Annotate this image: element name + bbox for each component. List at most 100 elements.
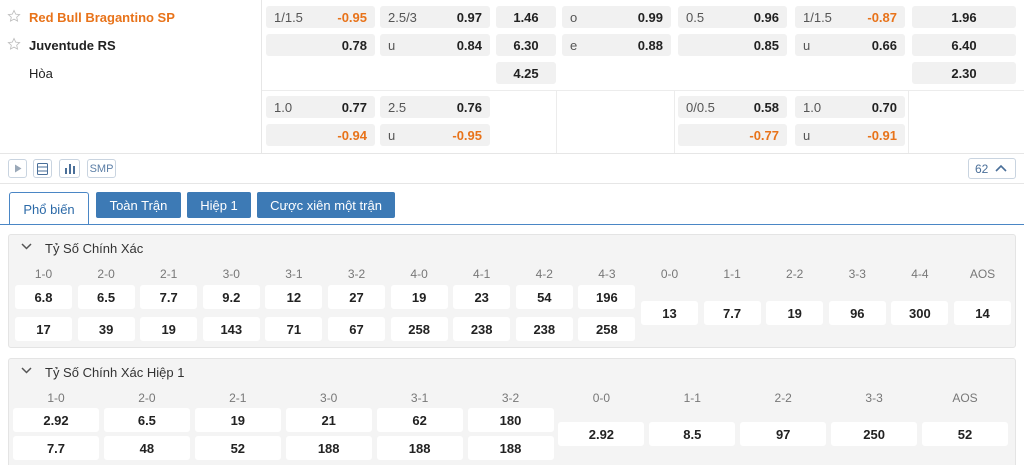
odds-value: 1.96: [951, 10, 977, 25]
odds-value: -0.87: [867, 10, 897, 25]
score-odds-draw[interactable]: 13: [641, 301, 698, 325]
score-odds-home[interactable]: 2.92: [13, 408, 99, 432]
score-odds-away[interactable]: 52: [194, 436, 281, 460]
score-odds-away[interactable]: 188: [376, 436, 463, 460]
collapse-markets-button[interactable]: 62: [968, 158, 1016, 179]
chevron-down-icon[interactable]: [21, 367, 32, 374]
score-odds-home[interactable]: 6.5: [77, 285, 135, 309]
h1-ah-away-odds[interactable]: 0.85: [678, 34, 787, 56]
score-odds-home[interactable]: 6.5: [103, 408, 190, 432]
score-odds-home[interactable]: 62: [376, 408, 463, 432]
tab-first-half[interactable]: Hiệp 1: [187, 192, 251, 218]
score-odds-home[interactable]: 196: [578, 285, 636, 309]
score-odds-away[interactable]: 17: [15, 317, 72, 341]
score-odds-away[interactable]: 39: [77, 317, 135, 341]
chart-button[interactable]: [59, 159, 80, 178]
score-odds-home[interactable]: 7.7: [140, 285, 198, 309]
score-label: 2-0: [138, 391, 156, 405]
score-odds-draw[interactable]: 19: [766, 301, 824, 325]
score-odds-home[interactable]: 19: [390, 285, 448, 309]
odd-even-odd-odds[interactable]: o 0.99: [562, 6, 671, 28]
h1-ah-home-odds[interactable]: 0.5 0.96: [678, 6, 787, 28]
home-team-name[interactable]: Red Bull Bragantino SP: [29, 10, 175, 25]
h1-ou-under-odds[interactable]: u 0.66: [795, 34, 905, 56]
odds-value: 0.97: [456, 10, 482, 25]
score-odds-away[interactable]: 238: [453, 317, 511, 341]
score-label: 0-0: [592, 391, 611, 405]
chevron-down-icon[interactable]: [21, 243, 32, 250]
h1-ou-over-odds[interactable]: 1/1.5 -0.87: [795, 6, 905, 28]
score-odds-draw[interactable]: 300: [891, 301, 949, 325]
score-odds-away[interactable]: 19: [140, 317, 198, 341]
score-odds-away[interactable]: 188: [467, 436, 554, 460]
alt-ou-under-odds[interactable]: u -0.95: [380, 124, 490, 146]
score-odds-draw[interactable]: 7.7: [703, 301, 761, 325]
score-odds-away[interactable]: 188: [285, 436, 372, 460]
odds-value: -0.95: [337, 10, 367, 25]
alt-ah-away-odds[interactable]: -0.94: [266, 124, 375, 146]
score-odds-draw[interactable]: 52: [922, 422, 1008, 446]
play-button[interactable]: [8, 159, 27, 178]
under-label: u: [803, 128, 811, 143]
score-label: 3-1: [410, 391, 429, 405]
odds-value: 0.66: [871, 38, 897, 53]
score-odds-home[interactable]: 6.8: [15, 285, 72, 309]
score-label: 3-2: [347, 267, 366, 281]
score-odds-away[interactable]: 238: [515, 317, 573, 341]
smp-button[interactable]: SMP: [87, 159, 116, 178]
bar-chart-icon: [64, 164, 75, 174]
score-odds-home[interactable]: 27: [328, 285, 385, 309]
alt-h1-ou-under-odds[interactable]: u -0.91: [795, 124, 905, 146]
score-odds-draw[interactable]: 14: [954, 301, 1011, 325]
h1-1x2-away-odds[interactable]: 6.40: [912, 34, 1016, 56]
ou-under-odds[interactable]: u 0.84: [380, 34, 490, 56]
score-label: 2-0: [97, 267, 115, 281]
panel-header[interactable]: Tỷ Số Chính Xác: [9, 235, 1015, 261]
score-odds-away[interactable]: 258: [578, 317, 636, 341]
under-label: u: [388, 128, 396, 143]
stats-table-button[interactable]: [33, 159, 52, 178]
1x2-away-odds[interactable]: 6.30: [496, 34, 556, 56]
alt-ah-home-odds[interactable]: 1.0 0.77: [266, 96, 375, 118]
score-odds-draw[interactable]: 250: [831, 422, 918, 446]
score-odds-home[interactable]: 9.2: [202, 285, 260, 309]
score-odds-draw[interactable]: 2.92: [558, 422, 645, 446]
alt-h1-ou-over-odds[interactable]: 1.0 0.70: [795, 96, 905, 118]
score-odds-home[interactable]: 54: [515, 285, 573, 309]
score-odds-away[interactable]: 143: [202, 317, 260, 341]
alt-ou-over-odds[interactable]: 2.5 0.76: [380, 96, 490, 118]
ah-home-odds[interactable]: 1/1.5 -0.95: [266, 6, 375, 28]
h1-1x2-home-odds[interactable]: 1.96: [912, 6, 1016, 28]
tab-full-match[interactable]: Toàn Trận: [96, 192, 181, 218]
score-odds-away[interactable]: 67: [328, 317, 385, 341]
star-icon[interactable]: [7, 9, 21, 23]
1x2-draw-odds[interactable]: 4.25: [496, 62, 556, 84]
ah-away-odds[interactable]: 0.78: [266, 34, 375, 56]
score-odds-draw[interactable]: 8.5: [649, 422, 736, 446]
score-odds-home[interactable]: 19: [194, 408, 281, 432]
h1-1x2-draw-odds[interactable]: 2.30: [912, 62, 1016, 84]
score-odds-away[interactable]: 258: [390, 317, 448, 341]
score-label: 3-2: [501, 391, 520, 405]
away-team-name[interactable]: Juventude RS: [29, 38, 116, 53]
market-count: 62: [975, 161, 989, 176]
alt-h1-ah-home-odds[interactable]: 0/0.5 0.58: [678, 96, 787, 118]
score-odds-home[interactable]: 12: [265, 285, 323, 309]
odds-value: 0.70: [871, 100, 897, 115]
score-odds-away[interactable]: 71: [265, 317, 323, 341]
star-icon[interactable]: [7, 37, 21, 51]
score-odds-home[interactable]: 180: [467, 408, 554, 432]
score-odds-home[interactable]: 23: [453, 285, 511, 309]
score-odds-away[interactable]: 7.7: [13, 436, 99, 460]
score-odds-home[interactable]: 21: [285, 408, 372, 432]
ou-over-odds[interactable]: 2.5/3 0.97: [380, 6, 490, 28]
1x2-home-odds[interactable]: 1.46: [496, 6, 556, 28]
panel-header[interactable]: Tỷ Số Chính Xác Hiệp 1: [9, 359, 1015, 385]
score-odds-draw[interactable]: 96: [828, 301, 886, 325]
odd-even-even-odds[interactable]: e 0.88: [562, 34, 671, 56]
tab-popular[interactable]: Phổ biến: [9, 192, 89, 225]
score-odds-draw[interactable]: 97: [740, 422, 827, 446]
tab-same-game-parlay[interactable]: Cược xiên một trận: [257, 192, 395, 218]
alt-h1-ah-away-odds[interactable]: -0.77: [678, 124, 787, 146]
score-odds-away[interactable]: 48: [103, 436, 190, 460]
